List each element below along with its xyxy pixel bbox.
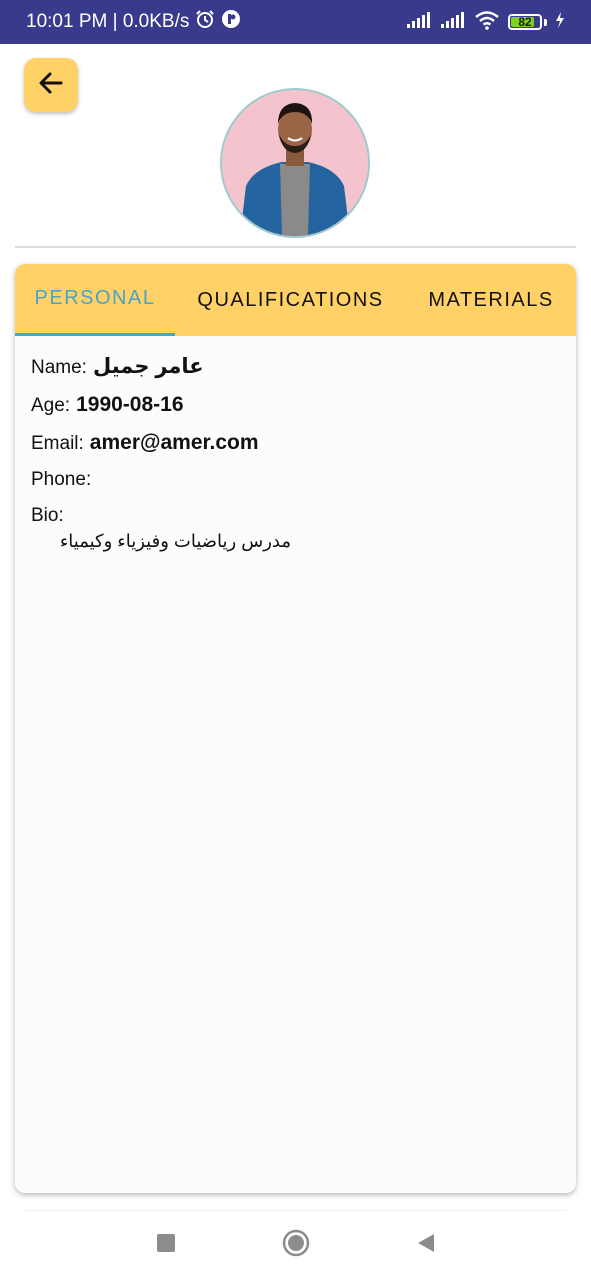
avatar[interactable]	[220, 88, 370, 238]
bio-label: Bio:	[31, 505, 64, 526]
header-divider	[15, 246, 576, 248]
charging-icon	[555, 11, 565, 33]
profile-photo	[222, 90, 368, 236]
email-value: amer@amer.com	[89, 431, 259, 454]
email-label: Email:	[31, 433, 84, 454]
tab-materials[interactable]: MATERIALS	[406, 264, 576, 336]
age-label: Age:	[31, 395, 71, 416]
square-icon[interactable]	[156, 1233, 176, 1258]
tab-personal[interactable]: PERSONAL	[15, 264, 175, 336]
bio-row: Bio: مدرس رياضيات وفيزياء وكيمياء	[31, 505, 560, 552]
profile-card: PERSONAL QUALIFICATIONS MATERIALS Name: …	[15, 264, 576, 1193]
status-time: 10:01 PM | 0.0KB/s	[26, 11, 190, 32]
tab-qualifications[interactable]: QUALIFICATIONS	[175, 264, 406, 336]
battery-icon: 82	[508, 14, 542, 30]
name-label: Name:	[31, 357, 87, 378]
status-left: 10:01 PM | 0.0KB/s	[26, 9, 241, 35]
tab-bar: PERSONAL QUALIFICATIONS MATERIALS	[15, 264, 576, 336]
status-right: 82	[406, 10, 565, 35]
personal-content: Name: عامر جميل Age: 1990-08-16 Email: a…	[15, 336, 576, 552]
signal-icon	[406, 11, 432, 34]
bio-value: مدرس رياضيات وفيزياء وكيمياء	[59, 531, 291, 551]
age-row: Age: 1990-08-16	[31, 393, 560, 417]
phone-label: Phone:	[31, 469, 92, 490]
wifi-icon	[474, 10, 500, 35]
arrow-left-icon	[37, 69, 65, 102]
system-nav-bar	[0, 1211, 591, 1280]
tab-personal-label: PERSONAL	[34, 287, 156, 309]
triangle-back-icon[interactable]	[416, 1232, 436, 1259]
name-value: عامر جميل	[92, 355, 204, 378]
signal-icon-2	[440, 11, 466, 34]
phone-row: Phone:	[31, 469, 560, 491]
name-row: Name: عامر جميل	[31, 354, 560, 379]
alarm-icon	[195, 9, 215, 35]
tab-materials-label: MATERIALS	[428, 288, 554, 311]
age-value: 1990-08-16	[76, 393, 184, 416]
tab-qualifications-label: QUALIFICATIONS	[197, 288, 384, 311]
battery-level: 82	[518, 15, 532, 29]
status-bar: 10:01 PM | 0.0KB/s 82	[0, 0, 591, 44]
circle-home-icon[interactable]	[282, 1229, 310, 1262]
battery-tip	[544, 18, 547, 26]
back-button[interactable]	[24, 58, 78, 112]
app-notification-icon	[221, 9, 241, 35]
email-row: Email: amer@amer.com	[31, 431, 560, 455]
